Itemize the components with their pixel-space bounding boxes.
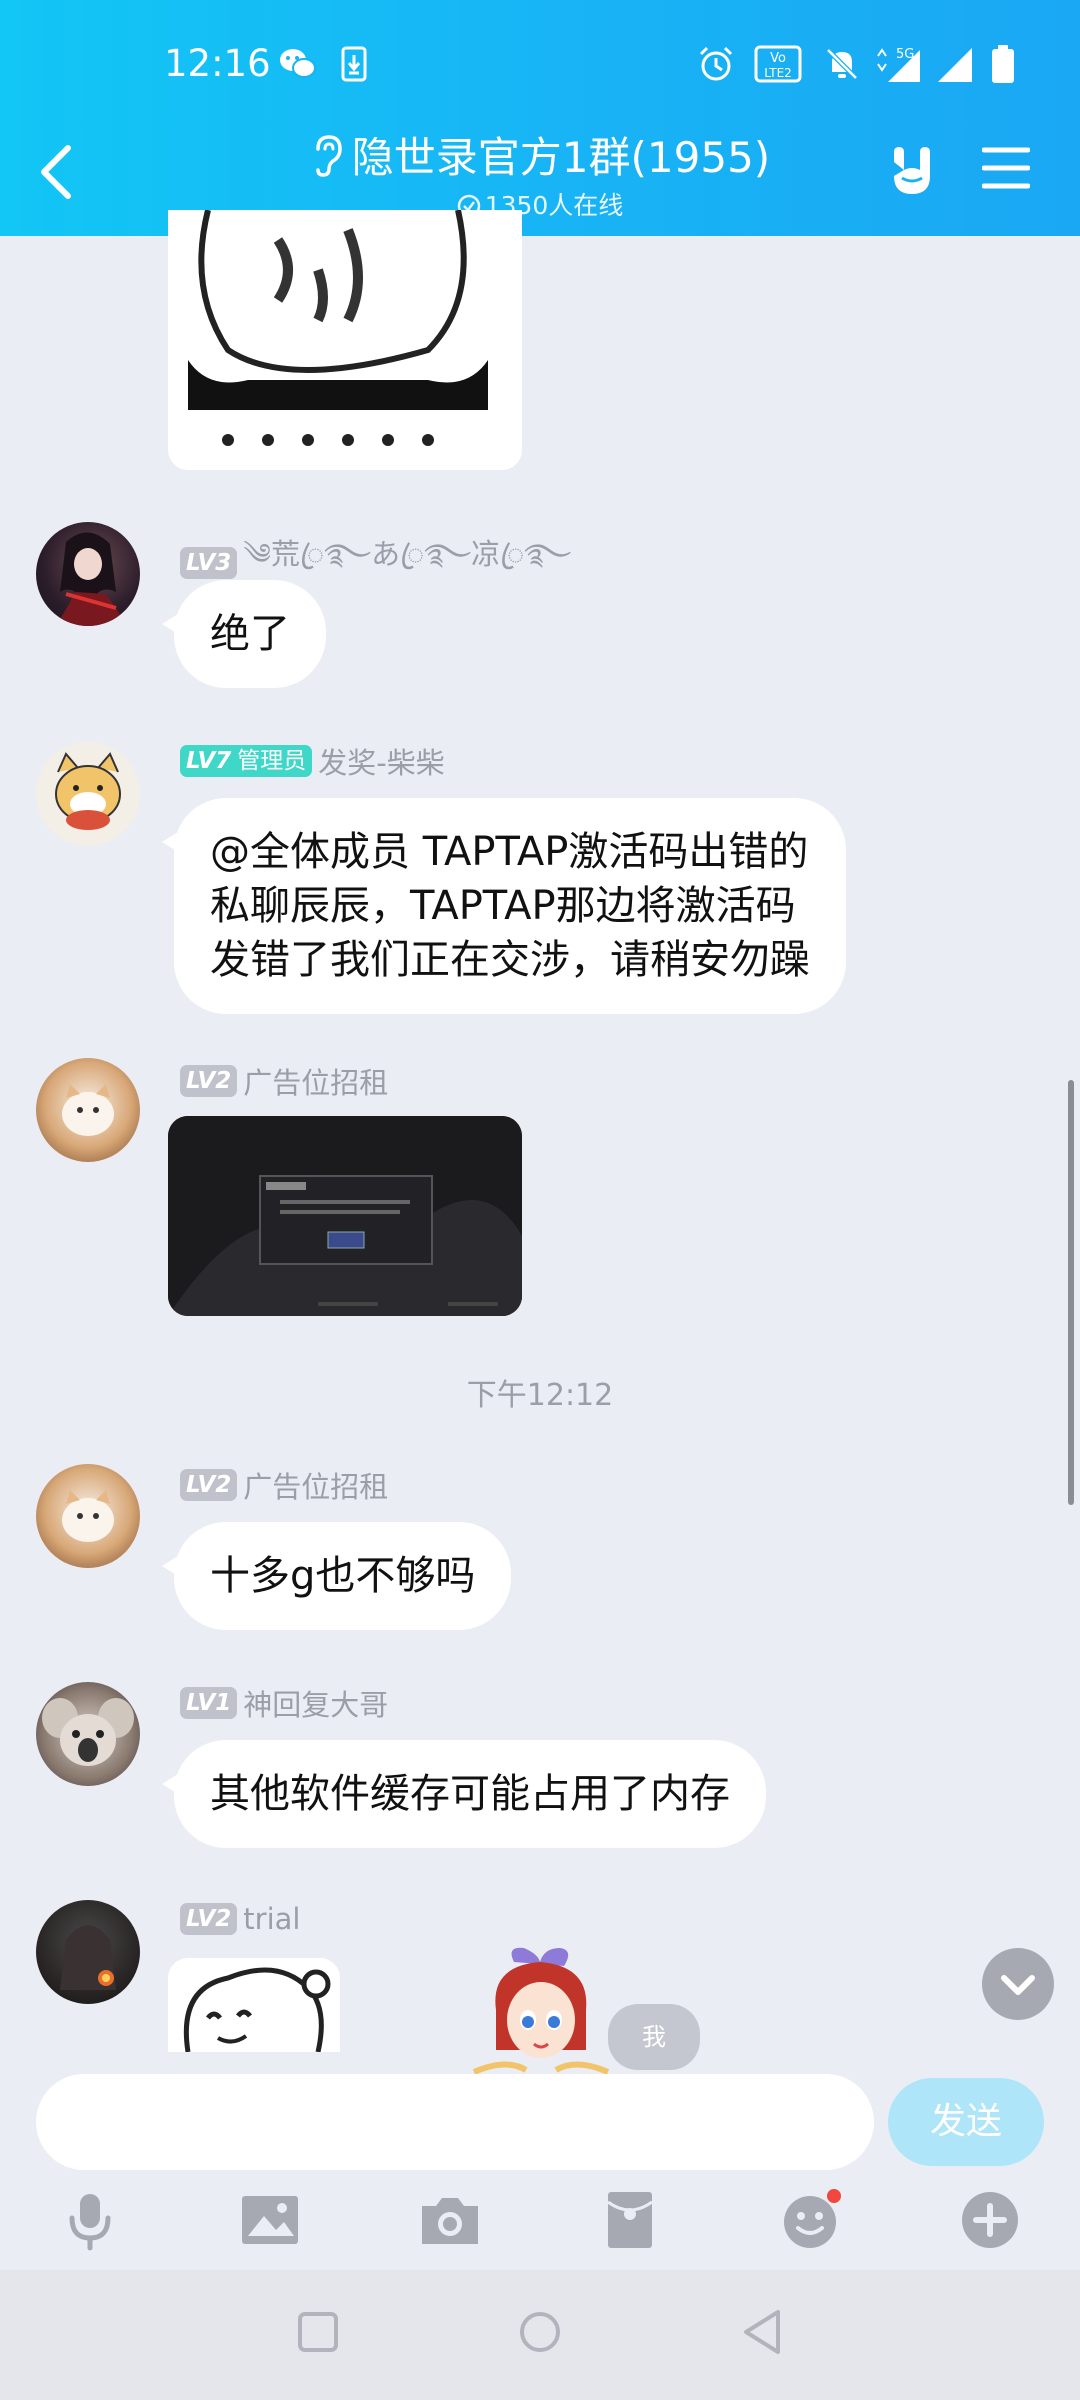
signal-icon: [938, 48, 972, 82]
sender-meta: LV3 ༄荒ꦿ࿐あꦿ࿐凉ꦿ࿐: [180, 522, 571, 579]
battery-icon: [992, 45, 1014, 83]
sender-meta: LV7 管理员 发奖-柴柴: [180, 740, 445, 780]
send-button[interactable]: 发送: [888, 2078, 1044, 2166]
mute-icon: [826, 48, 858, 80]
level-badge: LV1: [180, 1687, 238, 1719]
ear-icon: [316, 134, 342, 177]
volte-icon: Vo LTE2: [754, 45, 802, 83]
message-line: 私聊辰辰，TAPTAP那边将激活码: [210, 883, 796, 929]
emoji-icon[interactable]: [778, 2188, 842, 2252]
plus-icon[interactable]: [958, 2188, 1022, 2252]
sender-meta: LV1 神回复大哥: [180, 1682, 388, 1722]
mascot-icon[interactable]: [466, 1940, 616, 2074]
sender-name[interactable]: trial: [243, 1902, 300, 1936]
level-text: LV7: [186, 748, 232, 774]
sender-meta: LV2 广告位招租: [180, 1464, 388, 1504]
chevron-down-icon: [1001, 1975, 1035, 1995]
sticker-image-top[interactable]: [168, 210, 522, 470]
message-input[interactable]: [36, 2074, 874, 2170]
status-time: 12:16: [164, 42, 271, 85]
message-line: 发错了我们正在交涉，请稍安勿躁: [210, 937, 810, 983]
image-icon[interactable]: [238, 2188, 302, 2252]
message-bubble[interactable]: 绝了: [162, 580, 326, 688]
back-icon[interactable]: [740, 2308, 784, 2356]
svg-text:LTE2: LTE2: [764, 66, 792, 80]
alarm-icon: [699, 46, 733, 81]
message-line: @全体成员 TAPTAP激活码出错的: [210, 829, 809, 875]
system-nav-bar: [0, 2270, 1080, 2400]
message-bubble[interactable]: 十多g也不够吗: [161, 1522, 512, 1630]
level-badge: LV2: [180, 1065, 238, 1097]
wechat-icon: [280, 49, 316, 78]
sender-meta: LV2 trial: [180, 1900, 300, 1936]
sender-name[interactable]: ༄荒ꦿ࿐あꦿ࿐凉ꦿ࿐: [243, 537, 571, 571]
group-title-text: 隐世录官方1群(1955): [351, 133, 771, 182]
role-text: 管理员: [237, 748, 307, 774]
me-bubble[interactable]: 我: [608, 2004, 700, 2070]
level-badge: LV7 管理员: [180, 745, 313, 777]
red-packet-icon[interactable]: [598, 2188, 662, 2252]
level-badge: LV2: [180, 1469, 238, 1501]
game-screenshot-image: [168, 1116, 522, 1316]
level-badge: LV3: [180, 547, 238, 579]
avatar-art: [56, 532, 128, 626]
level-badge: LV2: [180, 1903, 238, 1935]
avatar[interactable]: [36, 522, 140, 626]
avatar[interactable]: [36, 1682, 140, 1786]
status-bar: 12:16 Vo LTE2 5G: [0, 0, 1080, 136]
message-text: 十多g也不够吗: [210, 1553, 476, 1599]
microphone-icon[interactable]: [58, 2188, 122, 2252]
sender-meta: LV2 广告位招租: [180, 1060, 388, 1100]
header: 12:16 Vo LTE2 5G 隐世录官方1群(1955) 1350人在线: [0, 0, 1080, 236]
avatar-art: [55, 752, 121, 830]
svg-text:Vo: Vo: [770, 51, 786, 66]
scroll-down-button[interactable]: [982, 1948, 1054, 2020]
5g-signal-icon: 5G: [877, 47, 920, 82]
sender-name[interactable]: 神回复大哥: [243, 1688, 388, 1722]
sender-name[interactable]: 广告位招租: [243, 1066, 388, 1100]
avatar-art: [62, 1084, 114, 1136]
sender-name[interactable]: 广告位招租: [243, 1470, 388, 1504]
recents-icon[interactable]: [296, 2310, 340, 2354]
download-icon: [341, 46, 367, 82]
message-text: 绝了: [210, 611, 290, 657]
scrollbar[interactable]: [1068, 1080, 1074, 1505]
avatar-art: [42, 1698, 134, 1766]
sticker-drawing: [183, 1967, 331, 2052]
image-message[interactable]: [168, 1116, 522, 1316]
menu-icon[interactable]: [982, 144, 1030, 192]
sender-name[interactable]: 发奖-柴柴: [318, 746, 444, 780]
message-timestamp: 下午12:12: [466, 1378, 614, 1413]
sticker-image[interactable]: [168, 1958, 340, 2052]
message-bubble[interactable]: 其他软件缓存可能占用了内存: [162, 1740, 766, 1848]
home-icon[interactable]: [518, 2310, 562, 2354]
camera-icon[interactable]: [418, 2188, 482, 2252]
avatar[interactable]: [36, 1058, 140, 1162]
avatar-art: [60, 1925, 116, 1990]
title-bar: 隐世录官方1群(1955) 1350人在线: [0, 120, 1080, 230]
message-text: 其他软件缓存可能占用了内存: [210, 1771, 730, 1817]
rock-hand-icon[interactable]: [882, 140, 944, 202]
avatar[interactable]: [36, 1464, 140, 1568]
avatar[interactable]: [36, 1900, 140, 2004]
avatar[interactable]: [36, 742, 140, 846]
avatar-art: [62, 1490, 114, 1542]
message-bubble[interactable]: @全体成员 TAPTAP激活码出错的 私聊辰辰，TAPTAP那边将激活码 发错了…: [162, 798, 846, 1014]
sticker-drawing: [188, 210, 488, 446]
